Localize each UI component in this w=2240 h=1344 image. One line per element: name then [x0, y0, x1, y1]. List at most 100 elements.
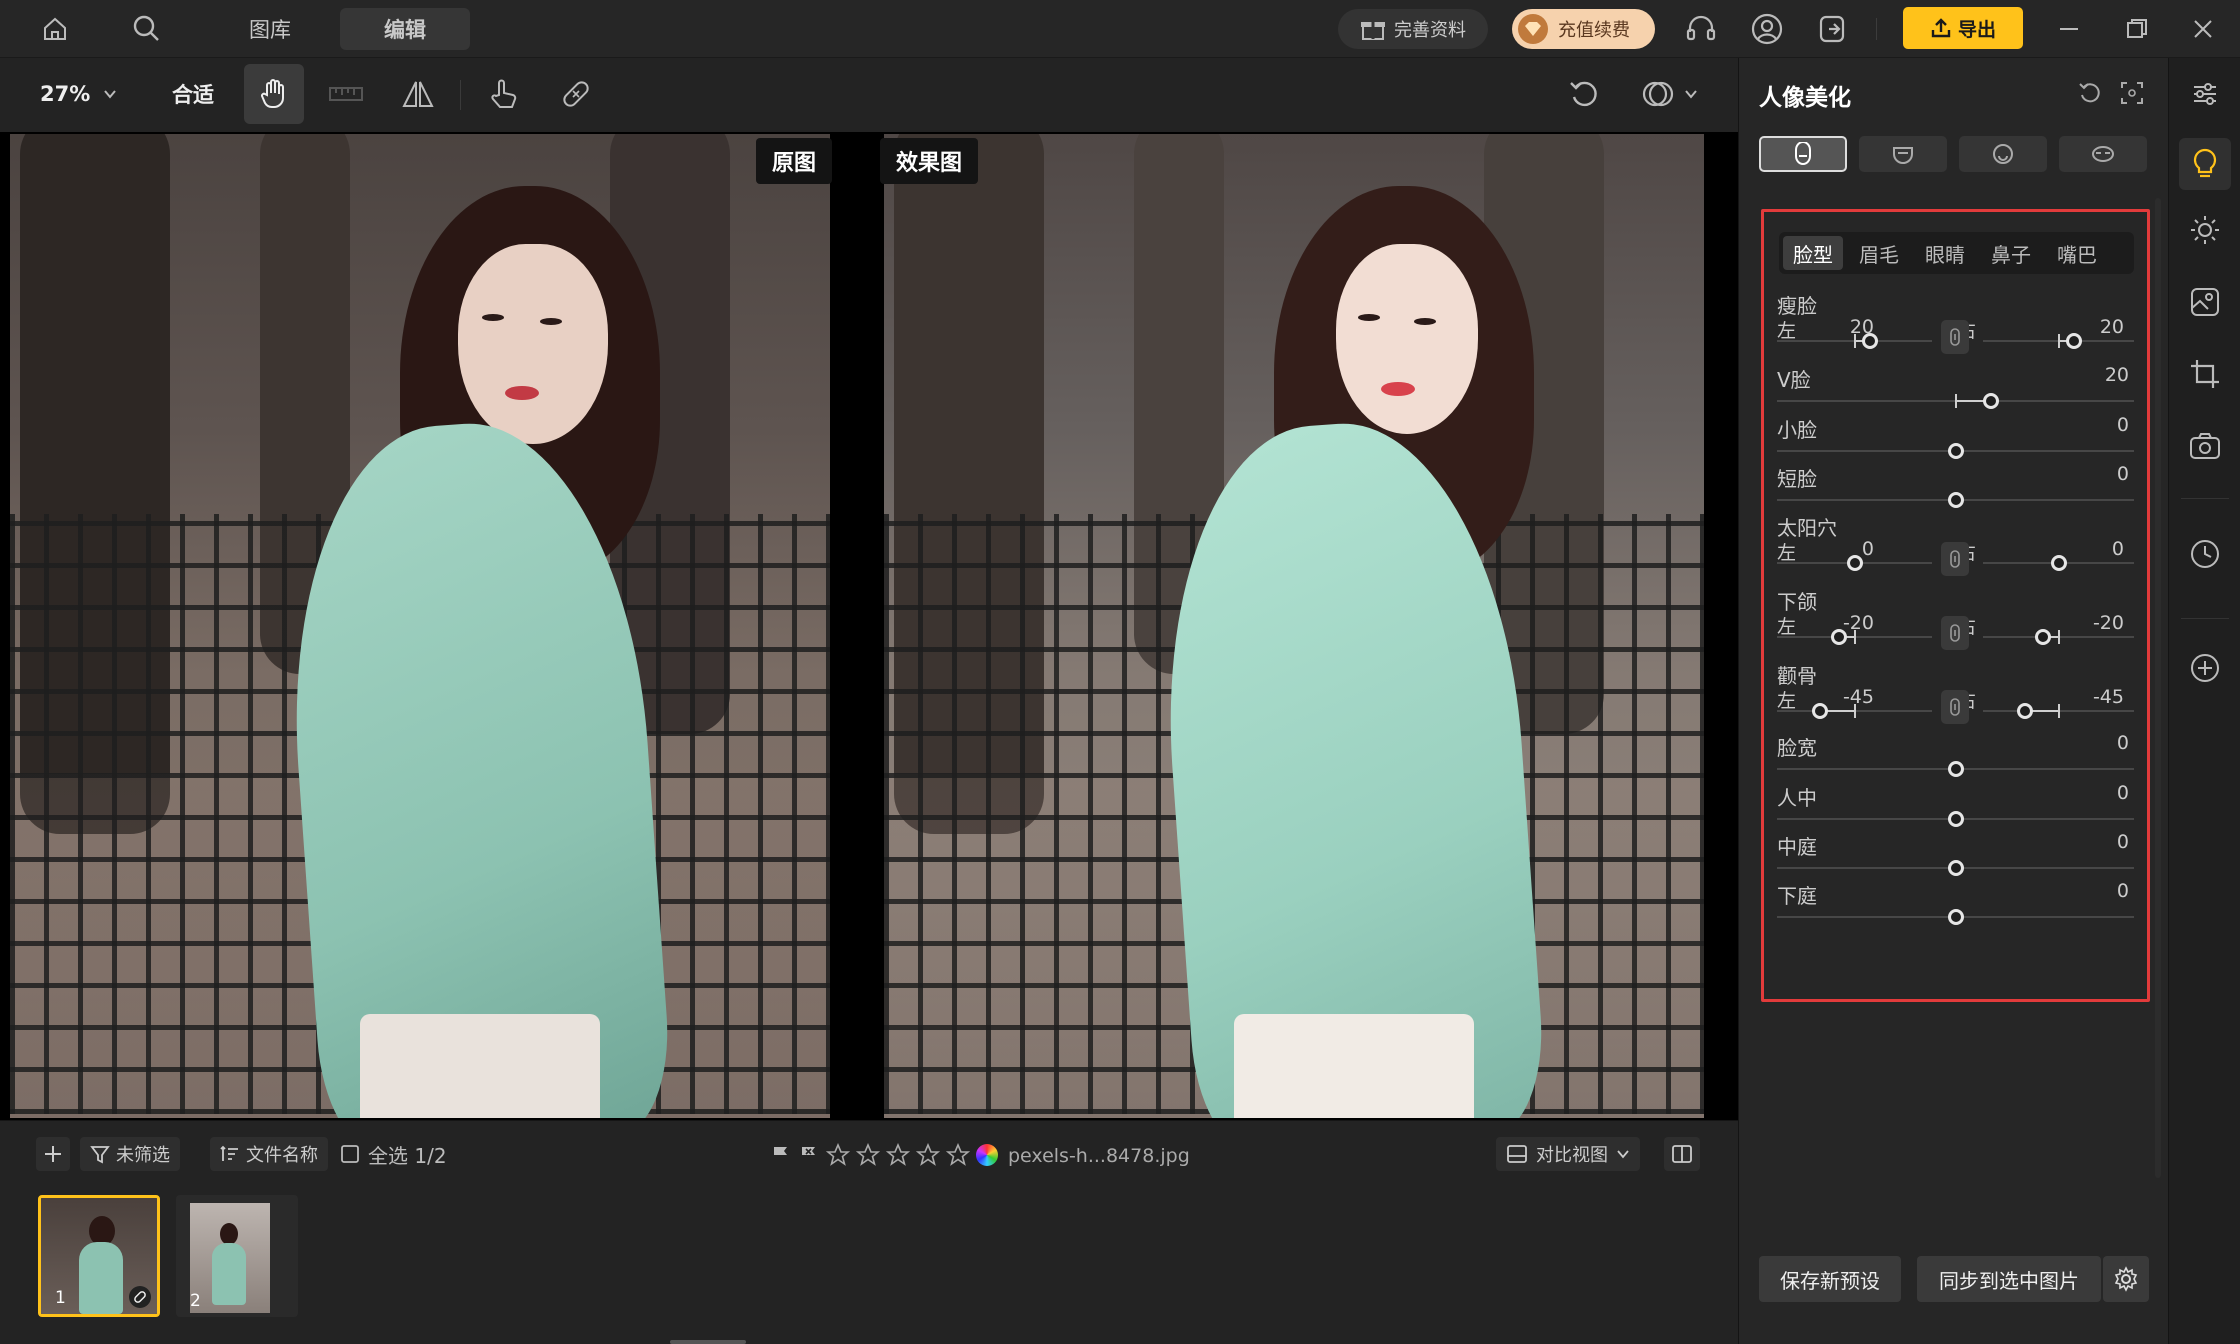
ruler-tool-button[interactable]: [326, 64, 366, 124]
right-value: 0: [2111, 538, 2124, 560]
complete-profile-button[interactable]: 完善资料: [1338, 9, 1488, 49]
close-icon[interactable]: [2190, 16, 2216, 42]
face-shape-category[interactable]: [1759, 136, 1847, 172]
expression-category[interactable]: [1959, 136, 2047, 172]
minimize-icon[interactable]: [2056, 16, 2082, 42]
flag-icon[interactable]: [770, 1144, 792, 1166]
view-mode-dropdown[interactable]: 对比视图: [1496, 1137, 1640, 1171]
ruler-icon: [329, 84, 363, 104]
adjust-tool[interactable]: [2179, 68, 2231, 120]
thumbnail[interactable]: 2: [176, 1195, 298, 1317]
slider-handle[interactable]: [1947, 443, 1964, 459]
heal-tool-button[interactable]: [554, 64, 598, 124]
link-toggle[interactable]: [1941, 542, 1969, 576]
light-tool[interactable]: [2179, 204, 2231, 256]
link-toggle[interactable]: [1941, 690, 1969, 724]
add-image-button[interactable]: [36, 1137, 70, 1171]
tool-rail: [2168, 58, 2240, 1344]
left-slider-handle[interactable]: [1831, 629, 1847, 645]
slider-handle[interactable]: [1947, 492, 1964, 508]
image-canvas[interactable]: 原图 效果图: [0, 132, 1738, 1120]
sort-button[interactable]: 文件名称: [210, 1137, 328, 1171]
slider-handle[interactable]: [1983, 393, 2000, 409]
history-tool[interactable]: [2179, 528, 2231, 580]
left-value: -45: [1842, 686, 1874, 708]
left-label: 左: [1777, 542, 1797, 564]
makeup-category[interactable]: [2059, 136, 2147, 172]
beauty-category[interactable]: [1859, 136, 1947, 172]
link-toggle[interactable]: [1941, 616, 1969, 650]
star-icon[interactable]: [826, 1143, 850, 1167]
slider-row-temple: 太阳穴左0右0: [1739, 512, 2169, 582]
tab-edit[interactable]: 编辑: [340, 8, 470, 50]
touch-tool-button[interactable]: [482, 64, 526, 124]
star-icon[interactable]: [916, 1143, 940, 1167]
headset-icon[interactable]: [1684, 12, 1718, 46]
slider-label: 瘦脸: [1777, 294, 1817, 318]
fullscreen-icon[interactable]: [2119, 80, 2145, 106]
plus-circle-icon: [2189, 652, 2221, 684]
filter-button[interactable]: 未筛选: [80, 1137, 180, 1171]
star-icon[interactable]: [886, 1143, 910, 1167]
filmstrip-scrollbar[interactable]: [670, 1340, 746, 1344]
side-by-side-button[interactable]: [1664, 1137, 1700, 1171]
upload-icon: [1930, 17, 1952, 39]
fit-button[interactable]: 合适: [172, 64, 214, 124]
right-slider-handle[interactable]: [2035, 629, 2052, 645]
slider-handle[interactable]: [1947, 909, 1964, 925]
restore-icon[interactable]: [2124, 16, 2150, 42]
panel-scrollbar[interactable]: [2155, 198, 2161, 1178]
left-slider-handle[interactable]: [1862, 333, 1878, 349]
slider-handle[interactable]: [1947, 811, 1964, 827]
logout-icon[interactable]: [1816, 12, 1850, 46]
recharge-button[interactable]: 充值续费: [1512, 9, 1655, 49]
export-button[interactable]: 导出: [1903, 7, 2023, 49]
hand-tool-button[interactable]: [244, 64, 304, 124]
camera-tool[interactable]: [2179, 420, 2231, 472]
star-icon[interactable]: [856, 1143, 880, 1167]
sync-to-selected-button[interactable]: 同步到选中图片: [1917, 1256, 2101, 1302]
slider-handle[interactable]: [1947, 860, 1964, 876]
right-slider-handle[interactable]: [2016, 703, 2033, 719]
subtab-nose[interactable]: 鼻子: [1981, 236, 2041, 270]
slider-label: 小脸: [1777, 418, 1817, 442]
slider-label: V脸: [1777, 368, 1811, 392]
image-edit-tool[interactable]: [2179, 276, 2231, 328]
undo-button[interactable]: [1562, 64, 1606, 124]
edited-badge-icon: [129, 1286, 151, 1308]
eye-mask-icon: [2091, 142, 2115, 166]
bandage-icon: [559, 77, 593, 111]
add-tool[interactable]: [2179, 642, 2231, 694]
color-wheel-icon[interactable]: [976, 1144, 998, 1166]
user-icon[interactable]: [1750, 12, 1784, 46]
flip-tool-button[interactable]: [398, 64, 438, 124]
right-slider-handle[interactable]: [2050, 555, 2067, 571]
gem-icon: [1518, 14, 1548, 44]
tab-library[interactable]: 图库: [220, 8, 320, 50]
flag-reject-icon[interactable]: [798, 1144, 820, 1166]
link-toggle[interactable]: [1941, 320, 1969, 354]
left-slider-handle[interactable]: [1846, 555, 1863, 571]
home-icon[interactable]: [40, 14, 70, 44]
subtab-eye[interactable]: 眼睛: [1915, 236, 1975, 270]
compare-dropdown[interactable]: [1632, 64, 1708, 124]
settings-button[interactable]: [2103, 1256, 2149, 1302]
slider-handle[interactable]: [1947, 761, 1964, 777]
search-icon[interactable]: [130, 12, 162, 44]
history-icon: [2189, 538, 2221, 570]
subtab-mouth[interactable]: 嘴巴: [2047, 236, 2107, 270]
right-slider-handle[interactable]: [2065, 333, 2082, 349]
subtab-eyebrow[interactable]: 眉毛: [1849, 236, 1909, 270]
subtab-face-shape[interactable]: 脸型: [1783, 236, 1843, 270]
save-preset-button[interactable]: 保存新预设: [1759, 1256, 1901, 1302]
reset-icon[interactable]: [2077, 80, 2103, 106]
portrait-tool[interactable]: [2179, 138, 2231, 190]
slider-label: 脸宽: [1777, 736, 1817, 760]
select-all-checkbox[interactable]: 全选 1/2: [340, 1137, 447, 1171]
star-icon[interactable]: [946, 1143, 970, 1167]
thumbnail[interactable]: 1: [38, 1195, 160, 1317]
crop-tool[interactable]: [2179, 348, 2231, 400]
right-slider-center-tick: [2057, 630, 2060, 644]
zoom-dropdown[interactable]: 27%: [40, 64, 118, 124]
left-slider-handle[interactable]: [1811, 703, 1828, 719]
